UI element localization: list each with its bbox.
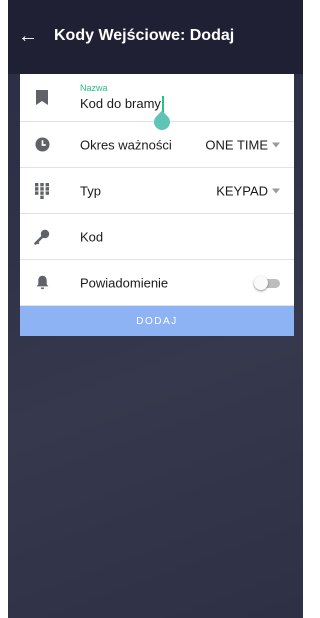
page-title: Kody Wejściowe: Dodaj xyxy=(54,27,235,44)
code-row[interactable]: Kod xyxy=(20,214,294,260)
notification-toggle[interactable] xyxy=(254,275,280,290)
notification-row[interactable]: Powiadomienie xyxy=(20,260,294,306)
clock-icon xyxy=(34,137,50,153)
toggle-thumb xyxy=(254,275,268,290)
name-row[interactable]: Nazwa xyxy=(20,74,294,134)
type-row[interactable]: Typ KEYPAD xyxy=(20,168,294,214)
app-view: ← Kody Wejściowe: Dodaj Nazwa Okres ważn… xyxy=(8,0,303,618)
validity-label: Okres ważności xyxy=(80,137,172,152)
validity-select[interactable]: ONE TIME xyxy=(205,137,280,152)
bell-icon xyxy=(34,275,50,291)
dropdown-arrow-icon xyxy=(272,188,280,193)
validity-value: ONE TIME xyxy=(205,137,268,152)
name-input[interactable] xyxy=(80,96,260,111)
type-label: Typ xyxy=(80,183,101,198)
app-bar: ← Kody Wejściowe: Dodaj xyxy=(8,0,303,74)
arrow-left-icon[interactable]: ← xyxy=(18,26,38,46)
access-code-form: Nazwa Okres ważności ONE TIME xyxy=(20,74,294,336)
dropdown-arrow-icon xyxy=(272,142,280,147)
bookmark-icon xyxy=(34,90,50,106)
type-select[interactable]: KEYPAD xyxy=(216,183,280,198)
type-value: KEYPAD xyxy=(216,183,268,198)
notification-label: Powiadomienie xyxy=(80,275,169,290)
validity-row[interactable]: Okres ważności ONE TIME xyxy=(20,122,294,168)
key-icon xyxy=(34,229,50,245)
keypad-icon xyxy=(34,182,50,199)
screen: ← Kody Wejściowe: Dodaj Nazwa Okres ważn… xyxy=(0,0,303,618)
name-field-caption: Nazwa xyxy=(80,83,108,93)
code-label: Kod xyxy=(80,229,104,244)
add-button[interactable]: DODAJ xyxy=(20,306,294,336)
